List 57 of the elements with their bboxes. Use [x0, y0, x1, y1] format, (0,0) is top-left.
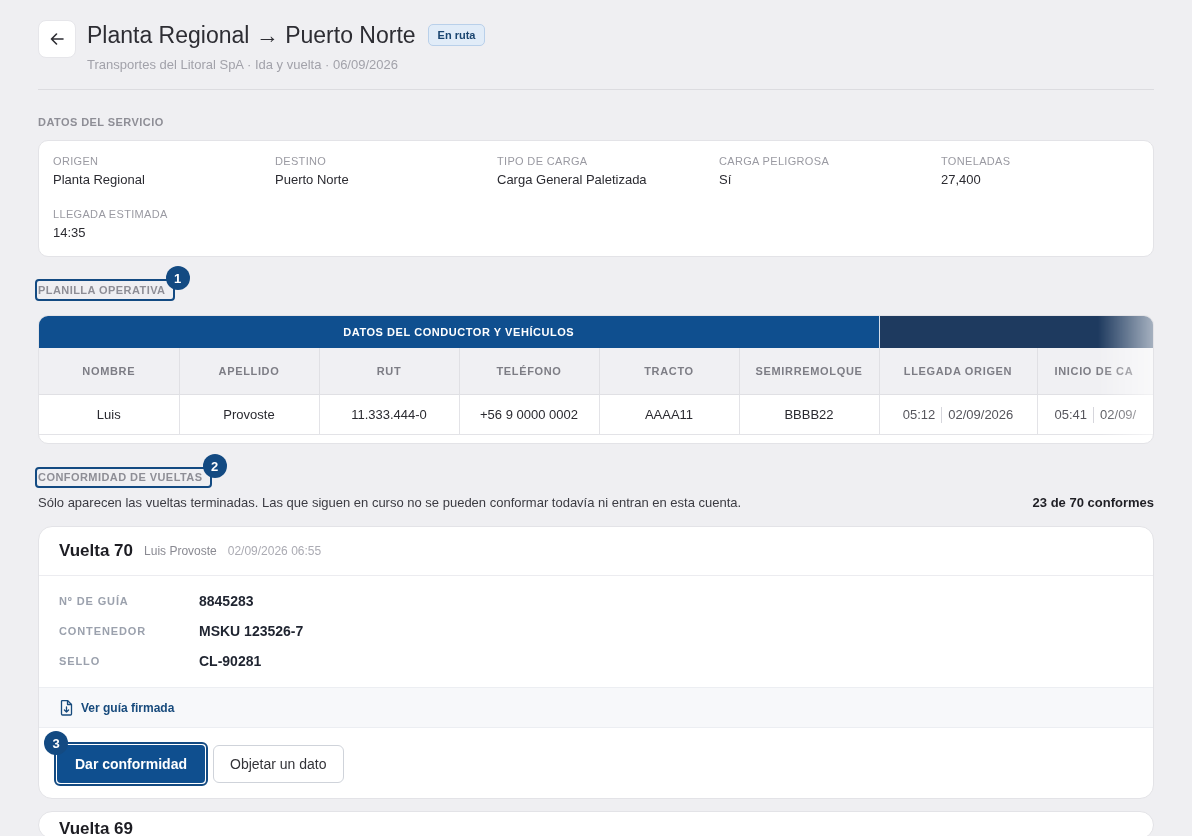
page-subtitle: Transportes del Litoral SpA · Ida y vuelta · 06/09/2026 [87, 57, 399, 73]
field-value: 8845283 [199, 593, 255, 609]
column-header: APELLIDO [179, 348, 319, 395]
field-value: Sí [719, 171, 733, 189]
secondary-button[interactable]: Objetar un dato [213, 745, 344, 783]
column-header: SEMIRREMOLQUE [739, 348, 879, 395]
column-group-header: DATOS DEL CONDUCTOR Y VEHÍCULOS [39, 316, 879, 348]
field-value: MSKU 123526-7 [199, 623, 305, 639]
field-value: Carga General Paletizada [497, 171, 648, 189]
field-label: SELLO [59, 655, 102, 667]
arrow-left-icon [50, 33, 64, 45]
callout-number: 1 [165, 266, 190, 290]
table-cell: 11.333.444-0 [319, 394, 459, 435]
section-title: PLANILLA OPERATIVA [38, 283, 166, 297]
driver-name: Luis Provoste [144, 544, 217, 558]
callout-number: 2 [202, 454, 227, 478]
table-cell: Luis [39, 394, 179, 435]
column-header: RUT [319, 348, 459, 395]
field-value: CL-90281 [199, 653, 263, 669]
column-header: LLEGADA ORIGEN [879, 348, 1037, 395]
field-value: Planta Regional [53, 171, 146, 189]
column-header: INICIO DE CA [1037, 348, 1153, 395]
field-value: 14:35 [53, 224, 87, 242]
field-label: CONTENEDOR [59, 625, 148, 637]
callout-number: 3 [44, 731, 68, 755]
status-badge: En ruta [427, 24, 486, 46]
column-header: TRACTO [599, 348, 739, 395]
field-label: Nº DE GUÍA [59, 595, 130, 607]
date-text: 02/09/2026 [948, 407, 1014, 422]
file-download-icon [60, 699, 73, 716]
field-value: 27,400 [941, 171, 982, 189]
field-label: TONELADAS [941, 154, 1012, 168]
field-label: ORIGEN [53, 154, 100, 168]
field-label: CARGA PELIGROSA [719, 154, 831, 168]
section-title: DATOS DEL SERVICIO [38, 115, 164, 129]
table-cell: Provoste [179, 394, 319, 435]
field-label: TIPO DE CARGA [497, 154, 589, 168]
section-note: Sólo aparecen las vueltas terminadas. Las que siguen en curso no se pueden conformar todavía ni entran en esta cuenta. [38, 495, 742, 511]
time-text: 05:41 [1054, 407, 1088, 422]
trip-title: Vuelta 70 [59, 542, 134, 560]
time-text: 05:12 [902, 407, 936, 422]
table-cell: AAAA11 [599, 394, 739, 435]
table-cell: BBBB22 [739, 394, 879, 435]
column-header: NOMBRE [39, 348, 179, 395]
document-link[interactable]: Ver guía firmada [60, 699, 175, 716]
table-cell: +56 9 0000 0002 [459, 394, 599, 435]
field-label: LLEGADA ESTIMADA [53, 207, 169, 221]
field-label: DESTINO [275, 154, 328, 168]
date-text: 02/09/ [1100, 407, 1137, 422]
trip-datetime: 02/09/2026 06:55 [227, 544, 322, 558]
back-button[interactable] [38, 20, 76, 58]
section-title: CONFORMIDAD DE VUELTAS [38, 470, 203, 484]
trip-title: Vuelta 69 [59, 820, 134, 836]
field-value: Puerto Norte [275, 171, 350, 189]
conformity-count: 23 de 70 conformes [1032, 495, 1154, 511]
page-title: Planta Regional → Puerto Norte [87, 22, 416, 48]
column-header: TELÉFONO [459, 348, 599, 395]
